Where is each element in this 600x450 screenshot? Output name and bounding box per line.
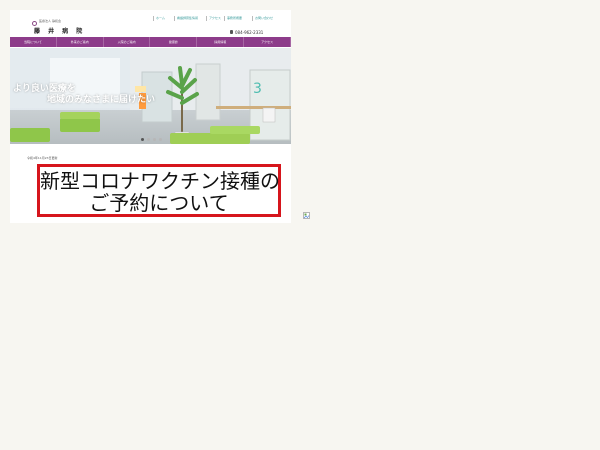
slider-dot-2[interactable]	[147, 138, 150, 141]
org-line: 医療法人 静和会	[39, 19, 61, 23]
website-screenshot: 医療法人 静和会 藤 井 病 院 ホーム 看護師募集情報 アクセス 事務所概要 …	[10, 10, 291, 223]
news-date: 令和4年11月23日更新	[27, 156, 58, 160]
hero-slider[interactable]: 3 より良い医療を 地域のみなさまに届けたい	[10, 48, 291, 144]
notice-headline-line2: ご予約について	[89, 191, 229, 215]
site-header: 医療法人 静和会 藤 井 病 院 ホーム 看護師募集情報 アクセス 事務所概要 …	[10, 10, 291, 36]
slider-dot-4[interactable]	[159, 138, 162, 141]
nav-item-inpatient[interactable]: 入院のご案内	[104, 37, 151, 47]
hero-tagline-line2: 地域のみなさまに届けたい	[47, 95, 156, 105]
broken-image-icon	[303, 212, 310, 219]
nav-item-outpatient[interactable]: 外来のご案内	[57, 37, 104, 47]
nav-item-about[interactable]: 当院について	[10, 37, 57, 47]
phone-icon	[230, 30, 233, 34]
phone-number[interactable]: 084-962-2331	[235, 30, 263, 35]
nav-item-access[interactable]: アクセス	[244, 37, 291, 47]
slider-dot-1[interactable]	[141, 138, 144, 141]
main-nav: 当院について 外来のご案内 入院のご案内 健康診 採用情報 アクセス	[10, 37, 291, 47]
util-link-home[interactable]: ホーム	[153, 16, 167, 21]
slider-dot-3[interactable]	[153, 138, 156, 141]
util-link-recruit[interactable]: 看護師募集情報	[174, 16, 200, 21]
util-link-office[interactable]: 事務所概要	[224, 16, 244, 21]
door-number: 3	[253, 81, 262, 97]
util-link-contact[interactable]: お問い合わせ	[252, 16, 275, 21]
notice-headline-line1: 新型コロナワクチン接種の	[40, 169, 280, 193]
nav-item-checkup[interactable]: 健康診	[150, 37, 198, 47]
nav-item-recruit[interactable]: 採用情報	[197, 37, 245, 47]
logo-name[interactable]: 藤 井 病 院	[34, 26, 85, 35]
slider-pagination	[141, 138, 162, 141]
vaccine-notice-banner[interactable]: 新型コロナワクチン接種の ご予約について	[37, 164, 281, 217]
util-link-access[interactable]: アクセス	[206, 16, 223, 21]
